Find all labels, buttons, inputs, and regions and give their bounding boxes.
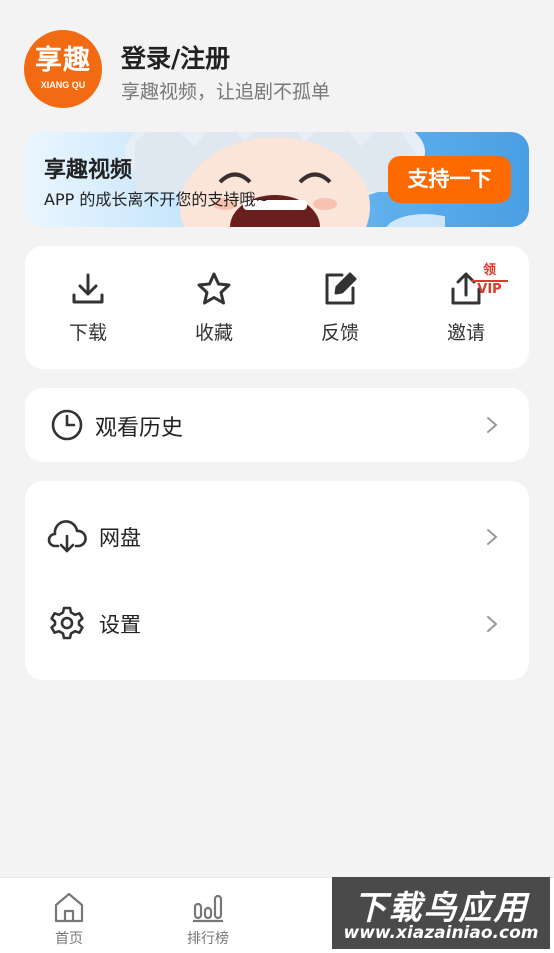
action-feedback[interactable]: 反馈 <box>277 246 403 369</box>
menu-item-watch-history[interactable]: 观看历史 <box>25 388 529 462</box>
chevron-right-icon <box>487 417 498 433</box>
gear-icon <box>50 606 84 640</box>
quick-actions-card: 下载 收藏 反馈 邀请 领VIP <box>25 246 529 369</box>
action-download-label: 下载 <box>68 322 107 344</box>
nav-ranking-label: 排行榜 <box>187 931 229 947</box>
support-button[interactable]: 支持一下 <box>388 156 511 203</box>
menu-card: 网盘 设置 <box>25 481 529 680</box>
download-icon <box>72 273 104 304</box>
nav-ranking[interactable]: 排行榜 <box>158 878 258 953</box>
app-logo-avatar[interactable]: 享趣 XIANG QU <box>24 30 102 108</box>
action-favorites[interactable]: 收藏 <box>151 246 277 369</box>
chevron-right-icon <box>487 616 498 632</box>
profile-subtitle: 享趣视频，让追剧不孤单 <box>121 81 331 103</box>
cloud-download-icon <box>47 520 87 553</box>
profile-header[interactable]: 享趣 XIANG QU 登录/注册 享趣视频，让追剧不孤单 <box>24 30 530 110</box>
action-favorites-label: 收藏 <box>194 322 233 344</box>
edit-icon <box>325 272 357 305</box>
banner-subtitle: APP 的成长离不开您的支持哦~ <box>44 190 269 209</box>
menu-item-cloud-drive[interactable]: 网盘 <box>25 500 529 574</box>
vip-badge: 领VIP <box>471 261 508 297</box>
support-banner[interactable]: 享趣视频 APP 的成长离不开您的支持哦~ 支持一下 <box>25 132 529 227</box>
action-invite[interactable]: 邀请 <box>403 246 529 369</box>
chevron-right-icon <box>487 529 498 545</box>
star-icon <box>197 272 231 305</box>
settings-label: 设置 <box>99 613 141 637</box>
ranking-icon <box>193 894 223 923</box>
banner-title: 享趣视频 <box>44 158 133 183</box>
menu-item-settings[interactable]: 设置 <box>25 587 529 661</box>
watermark-main: 下载鸟应用 <box>353 888 529 927</box>
logo-sub-text: XIANG QU <box>40 80 86 90</box>
watch-history-card: 观看历史 <box>25 388 529 462</box>
cloud-drive-label: 网盘 <box>99 526 141 550</box>
home-icon <box>54 892 84 923</box>
nav-home-label: 首页 <box>55 931 83 947</box>
clock-icon <box>51 409 83 441</box>
logo-main-text: 享趣 <box>35 45 91 76</box>
login-register-link[interactable]: 登录/注册 <box>121 39 230 75</box>
watermark-url: www.xiazainiao.com <box>343 923 539 943</box>
action-invite-label: 邀请 <box>446 322 485 344</box>
action-download[interactable]: 下载 <box>25 246 151 369</box>
action-feedback-label: 反馈 <box>320 322 359 344</box>
watermark: 下载鸟应用 www.xiazainiao.com <box>332 877 550 949</box>
watch-history-label: 观看历史 <box>95 416 184 441</box>
nav-home[interactable]: 首页 <box>19 878 119 953</box>
